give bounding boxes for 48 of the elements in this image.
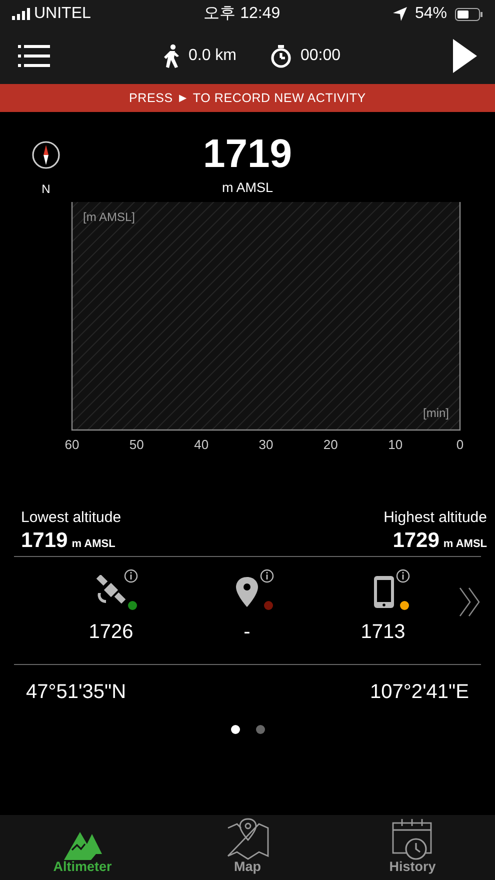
x-tick-label: 20	[323, 437, 338, 452]
tab-button[interactable]: Map	[188, 820, 308, 875]
stat-unit: m AMSL	[72, 538, 116, 550]
longitude: 107°2'41"E	[370, 680, 469, 705]
tab-button[interactable]: Altimeter	[22, 820, 142, 875]
menu-button[interactable]	[18, 43, 50, 69]
x-tick-label: 60	[64, 437, 80, 452]
record-hint-banner: PRESS ► TO RECORD NEW ACTIVITY	[0, 84, 495, 112]
map-pin-icon	[226, 818, 268, 860]
location-arrow-icon	[392, 7, 407, 21]
play-button[interactable]	[453, 39, 477, 73]
x-tick-label: 40	[194, 437, 209, 452]
source-altitude: 1713	[360, 620, 406, 645]
altitude-value: 1719	[203, 134, 292, 174]
x-tick-label: 30	[258, 437, 274, 452]
x-tick-label: 50	[129, 437, 144, 452]
x-tick-label: 0	[456, 437, 464, 452]
stat-label: Highest altitude	[384, 508, 487, 528]
signal-icon	[12, 8, 30, 20]
info-icon[interactable]	[260, 568, 274, 583]
y-axis-label: [m AMSL]	[83, 210, 136, 224]
battery-percent: 54%	[414, 4, 447, 24]
next-page-button[interactable]	[458, 586, 482, 617]
calendar-clock-icon	[392, 818, 434, 860]
compass-icon	[31, 140, 61, 170]
stat-value: 1719	[21, 530, 68, 552]
compass-direction: N	[42, 181, 50, 198]
walking-person-icon	[162, 44, 180, 68]
source-altitude: -	[244, 620, 250, 645]
duration-value: 00:00	[300, 46, 341, 66]
x-tick-label: 10	[388, 437, 403, 452]
stat-label: Lowest altitude	[21, 508, 122, 528]
stat-value: 1729	[392, 530, 440, 552]
x-axis-label: [min]	[422, 406, 449, 420]
info-icon[interactable]	[396, 568, 410, 583]
altitude-unit: m AMSL	[222, 179, 273, 197]
tab-button[interactable]: History	[352, 820, 472, 875]
status-time: 오후 12:49	[204, 4, 280, 24]
stat-unit: m AMSL	[443, 538, 487, 550]
carrier-name: UNITEL	[34, 4, 91, 24]
info-icon[interactable]	[124, 568, 138, 583]
page-indicator-dot[interactable]	[256, 724, 264, 734]
page-indicator-dot[interactable]	[230, 724, 240, 734]
latitude: 47°51'35"N	[26, 680, 126, 705]
distance-value: 0.0 km	[188, 46, 236, 66]
source-altitude: 1726	[88, 620, 134, 645]
stopwatch-icon	[270, 44, 292, 68]
battery-icon	[454, 8, 483, 20]
